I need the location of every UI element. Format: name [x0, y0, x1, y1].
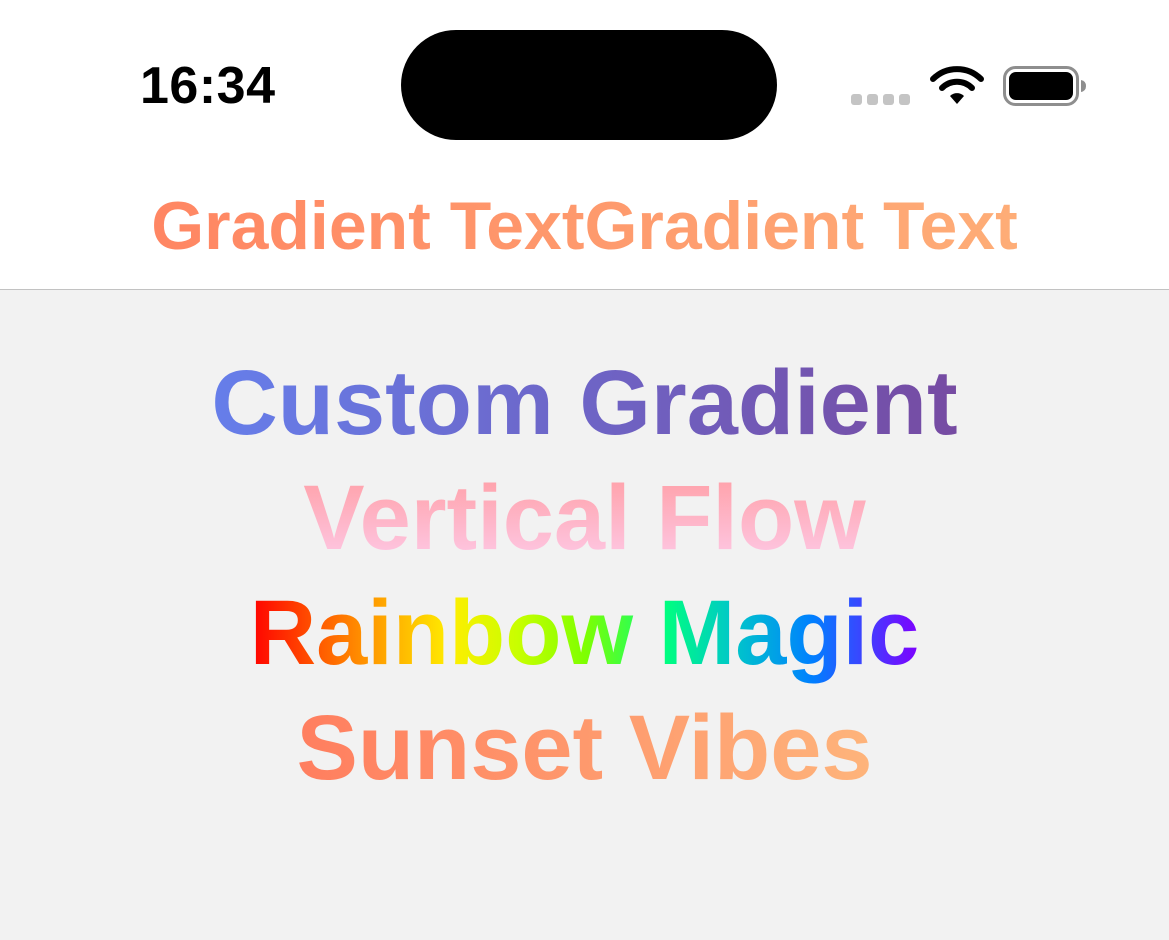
cellular-signal-icon — [851, 94, 910, 105]
navigation-header: 16:34 Gradient TextGradient Text — [0, 0, 1169, 290]
dynamic-island — [401, 30, 777, 140]
gradient-text-rainbow: Rainbow Magic — [250, 576, 920, 691]
battery-icon — [1003, 66, 1086, 106]
status-time: 16:34 — [140, 57, 276, 115]
wifi-icon — [930, 66, 984, 104]
navigation-title: Gradient TextGradient Text — [0, 186, 1169, 266]
gradient-text-list: Custom Gradient Vertical Flow Rainbow Ma… — [0, 346, 1169, 806]
gradient-text-sunset: Sunset Vibes — [296, 691, 872, 806]
gradient-text-custom: Custom Gradient — [211, 346, 957, 461]
gradient-text-vertical: Vertical Flow — [303, 461, 865, 576]
